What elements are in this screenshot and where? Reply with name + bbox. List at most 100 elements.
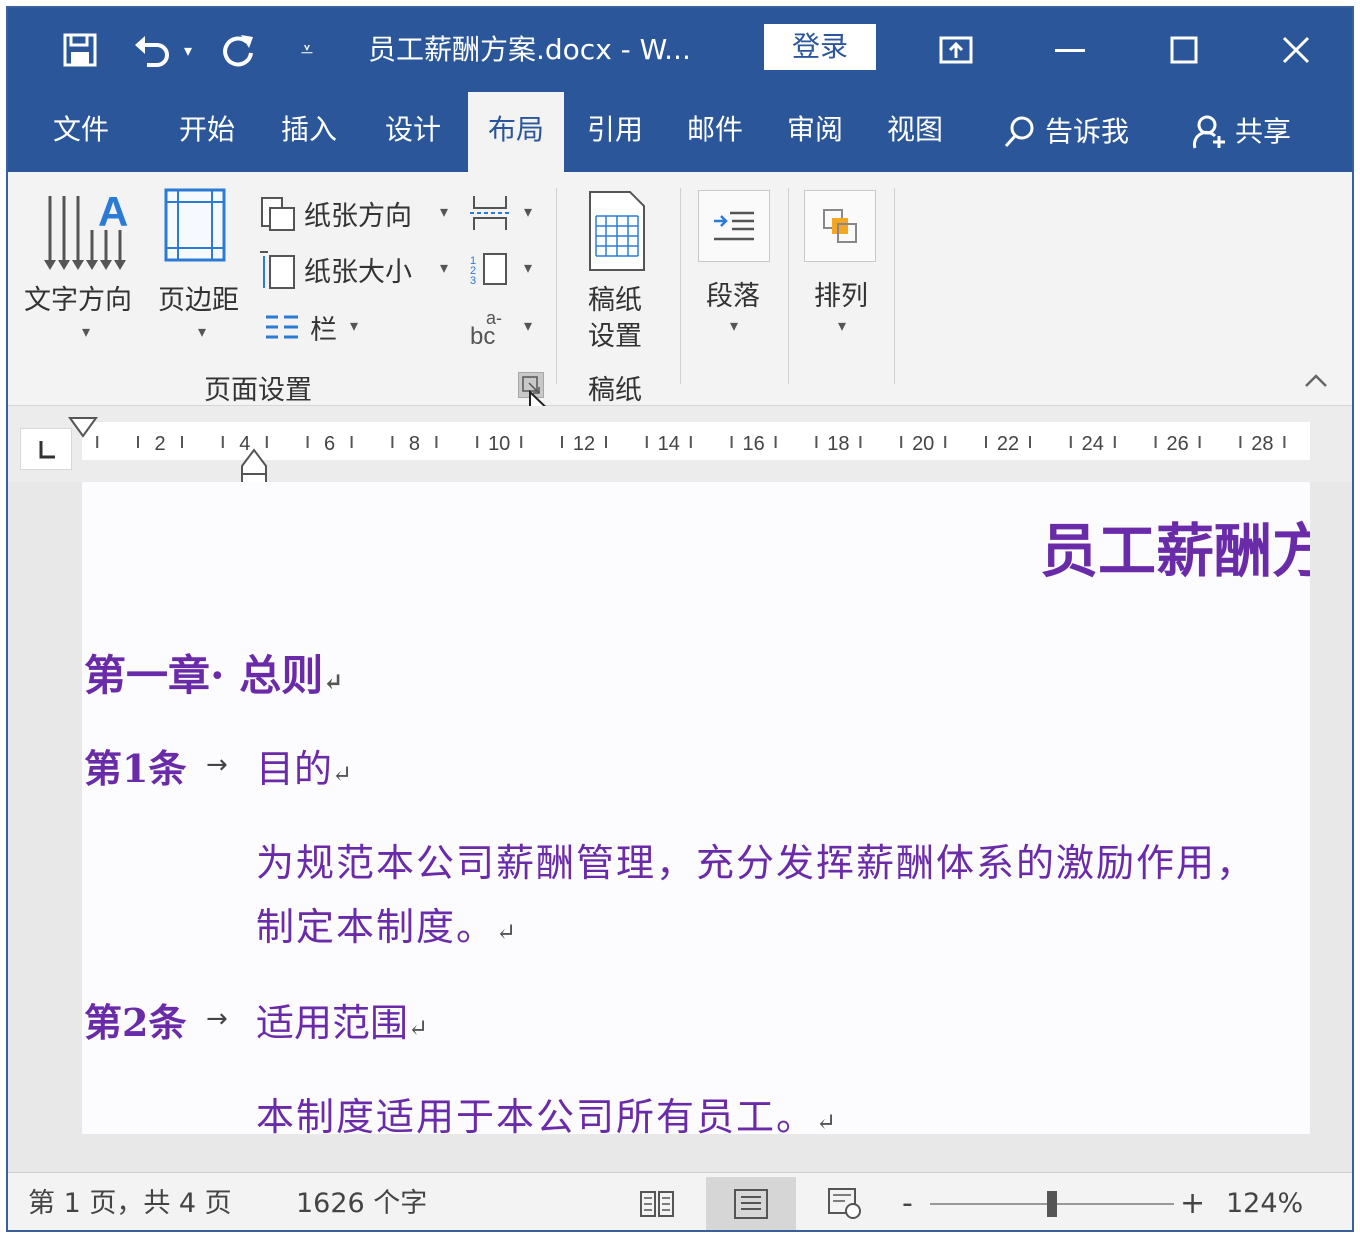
arrange-dropdown-icon[interactable]: ▾ (838, 316, 846, 335)
zoom-out-button[interactable]: - (902, 1173, 913, 1232)
undo-icon[interactable] (130, 28, 174, 72)
size-button[interactable]: 纸张大小 ▾ (258, 250, 458, 290)
article-1-body-line1: 为规范本公司薪酬管理，充分发挥薪酬体系的激励作用， (256, 832, 1256, 887)
paragraph-mark: ↵ (496, 918, 518, 946)
draft-settings-label-line1: 稿纸 (588, 278, 642, 317)
orientation-button[interactable]: 纸张方向 ▾ (258, 194, 458, 234)
hanging-indent-marker-icon[interactable] (240, 448, 268, 486)
breaks-button[interactable]: ▾ (470, 194, 540, 234)
close-icon[interactable] (1274, 28, 1318, 72)
ribbon-tabs: 文件 开始 插入 设计 布局 引用 邮件 审阅 视图 告诉我 共享 (8, 92, 1352, 172)
breaks-icon (470, 194, 510, 232)
svg-text:3: 3 (470, 275, 476, 287)
ruler-number: 6 (324, 433, 335, 455)
word-window: ▾ ⩡ 员工薪酬方案.docx - W... 登录 文件 开始 插入 设计 布局… (6, 6, 1354, 1232)
share-label: 共享 (1235, 94, 1291, 170)
tell-me-search[interactable]: 告诉我 (986, 92, 1146, 172)
group-separator (680, 188, 681, 384)
tab-selector[interactable] (20, 428, 72, 470)
text-direction-icon: A (40, 190, 134, 276)
ruler-number: 20 (912, 433, 934, 455)
share-button[interactable]: 共享 (1182, 92, 1302, 172)
draft-group-label: 稿纸 (588, 368, 642, 407)
margins-label: 页边距 (158, 278, 239, 317)
arrange-button[interactable] (804, 190, 876, 262)
zoom-slider-thumb[interactable] (1047, 1191, 1057, 1217)
title-bar: ▾ ⩡ 员工薪酬方案.docx - W... 登录 (8, 8, 1352, 92)
paragraph-mark: ↵ (816, 1108, 838, 1134)
page-setup-group-label: 页面设置 (204, 368, 312, 407)
tab-design[interactable]: 设计 (370, 92, 456, 172)
ruler-number: 16 (742, 433, 764, 455)
read-mode-button[interactable] (612, 1177, 702, 1231)
paragraph-mark: ↵ (408, 1014, 428, 1042)
customize-qat-icon[interactable]: ⩡ (292, 28, 322, 72)
first-line-indent-marker-icon[interactable] (68, 416, 98, 440)
tab-layout[interactable]: 布局 (468, 92, 564, 172)
web-layout-button[interactable] (800, 1177, 890, 1231)
hyphenation-button[interactable]: a-bc ▾ (470, 308, 540, 348)
zoom-level[interactable]: 124% (1226, 1173, 1303, 1232)
paragraph-label: 段落 (706, 274, 760, 313)
collapse-ribbon-icon[interactable] (1304, 372, 1328, 392)
tab-references[interactable]: 引用 (572, 92, 658, 172)
redo-icon[interactable] (216, 28, 260, 72)
page-count[interactable]: 第 1 页，共 4 页 (28, 1173, 232, 1232)
paragraph-dropdown-icon[interactable]: ▾ (730, 316, 738, 335)
margins-dropdown-icon[interactable]: ▾ (198, 322, 206, 341)
text-direction-button[interactable]: A (26, 182, 144, 342)
article-2-title-text: 适用范围 (256, 1001, 408, 1045)
text-direction-label: 文字方向 (24, 278, 132, 317)
tab-home[interactable]: 开始 (164, 92, 250, 172)
article-1-body-line2-text: 制定本制度。 (256, 905, 496, 949)
line-numbers-dropdown-icon: ▾ (524, 258, 532, 277)
document-heading-title: 员工薪酬方 (1040, 504, 1310, 588)
text-direction-dropdown-icon[interactable]: ▾ (82, 322, 90, 341)
margins-button[interactable] (164, 188, 234, 268)
orientation-dropdown-icon: ▾ (440, 202, 448, 221)
columns-button[interactable]: 栏 ▾ (258, 308, 378, 348)
word-count[interactable]: 1626 个字 (296, 1173, 427, 1232)
ruler-number: 14 (658, 433, 680, 455)
tab-file[interactable]: 文件 (38, 92, 124, 172)
tab-arrow: → (206, 1004, 228, 1034)
hyphenation-dropdown-icon: ▾ (524, 316, 532, 335)
read-mode-icon (639, 1188, 675, 1220)
draft-settings-button[interactable] (586, 190, 656, 280)
hyphenation-icon: a-bc (470, 308, 514, 348)
save-icon[interactable] (58, 28, 102, 72)
ribbon-display-icon[interactable] (934, 28, 978, 72)
paragraph-indent-icon (712, 209, 756, 243)
minimize-icon[interactable] (1048, 28, 1092, 72)
ruler-number: 8 (409, 433, 420, 455)
status-bar: 第 1 页，共 4 页 1626 个字 - + 124% (8, 1172, 1352, 1232)
columns-label: 栏 (310, 308, 337, 347)
svg-text:A: A (98, 190, 128, 235)
left-tab-stop-icon (21, 429, 71, 469)
share-person-icon (1193, 114, 1227, 150)
undo-dropdown-icon[interactable]: ▾ (176, 28, 200, 72)
tab-view[interactable]: 视图 (872, 92, 958, 172)
tell-me-label: 告诉我 (1045, 94, 1129, 170)
size-dropdown-icon: ▾ (440, 258, 448, 277)
margins-icon (164, 188, 226, 262)
tab-mailings[interactable]: 邮件 (672, 92, 758, 172)
article-2-title: 适用范围↵ (256, 992, 428, 1047)
paragraph-button[interactable] (698, 190, 770, 262)
paragraph-mark: ↵ (323, 667, 343, 696)
tab-review[interactable]: 审阅 (772, 92, 858, 172)
print-layout-button[interactable] (706, 1177, 796, 1231)
svg-text:bc: bc (470, 323, 495, 348)
line-numbers-button[interactable]: 123 ▾ (470, 250, 540, 290)
zoom-in-button[interactable]: + (1180, 1173, 1205, 1232)
maximize-icon[interactable] (1162, 28, 1206, 72)
size-label: 纸张大小 (304, 250, 412, 289)
group-separator (894, 188, 895, 384)
ruler-number: 10 (488, 433, 510, 455)
tab-insert[interactable]: 插入 (266, 92, 352, 172)
document-page[interactable]: 员工薪酬方 第一章· 总则↵ 第1条 → 目的↵ 为规范本公司薪酬管理，充分发挥… (82, 482, 1310, 1134)
ruler-number: 12 (573, 433, 595, 455)
tab-arrow: → (206, 750, 228, 780)
login-button[interactable]: 登录 (764, 24, 876, 70)
paragraph-mark: ↵ (332, 760, 352, 788)
